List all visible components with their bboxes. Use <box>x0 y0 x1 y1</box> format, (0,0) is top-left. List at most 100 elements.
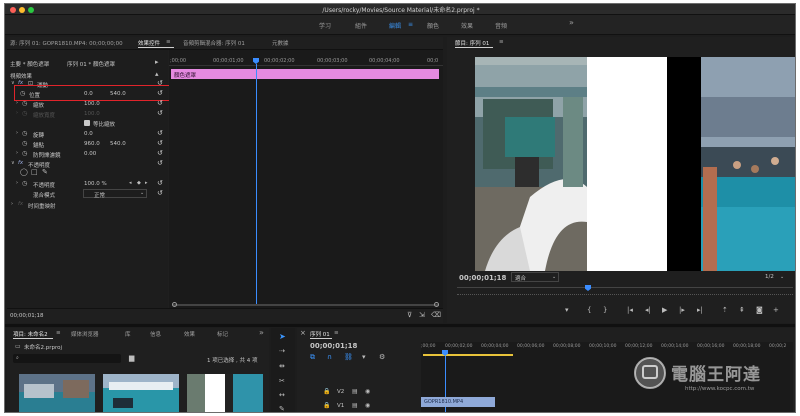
project-thumbnail[interactable] <box>187 374 263 412</box>
timeline-timecode[interactable]: 00;00;01;18 <box>310 342 357 350</box>
nest-icon[interactable]: ⧉ <box>310 354 315 361</box>
scroll-handle-right[interactable] <box>434 302 439 307</box>
expand-time-remap-icon[interactable]: › <box>11 201 13 208</box>
workspace-learn[interactable]: 学习 <box>319 21 331 30</box>
track-select-tool-icon[interactable]: ⇢ <box>279 348 285 355</box>
selection-tool-icon[interactable]: ➤ <box>279 333 286 341</box>
resolution-fraction[interactable]: 1/2 <box>765 274 774 280</box>
lock-track-icon[interactable]: 🔒 <box>323 402 330 409</box>
tab-project[interactable]: 項目: 未命名2 <box>13 330 48 338</box>
chevron-down-icon[interactable]: ⌄ <box>780 274 784 281</box>
effect-timeline-ruler[interactable]: ;00;00 00;00;01;00 00;00;02;00 00;00;03;… <box>169 58 443 66</box>
tab-effects[interactable]: 效果 <box>184 330 195 338</box>
program-monitor-title[interactable]: 節目: 序列 01 <box>455 39 489 47</box>
expand-opacity-value-icon[interactable]: › <box>16 180 18 187</box>
sequence-path-label[interactable]: 序列 01 * 顏色遮罩 <box>67 60 115 68</box>
project-thumbnail[interactable] <box>19 374 95 412</box>
snap-icon[interactable]: ∩ <box>327 354 332 361</box>
toggle-sync-icon[interactable]: ▤ <box>352 388 358 395</box>
project-menu-icon[interactable]: ≡ <box>56 330 61 336</box>
panel-menu-icon[interactable]: ≡ <box>166 39 171 45</box>
prev-keyframe-icon[interactable]: ◂ <box>129 180 132 187</box>
anchor-y-value[interactable]: 540.0 <box>110 141 126 147</box>
rotation-value[interactable]: 0.0 <box>84 131 93 137</box>
expand-scale-icon[interactable]: › <box>16 100 18 107</box>
program-menu-icon[interactable]: ≡ <box>499 39 504 45</box>
add-marker-icon[interactable]: ▾ <box>565 307 569 314</box>
tab-info[interactable]: 信息 <box>150 330 161 338</box>
anchor-reset-icon[interactable]: ↺ <box>157 140 164 147</box>
anchor-stopwatch-icon[interactable]: ◷ <box>22 140 27 147</box>
pen-mask-icon[interactable]: ✎ <box>42 169 48 176</box>
project-search-input[interactable]: ⌕ <box>13 354 121 363</box>
effect-timecode[interactable]: 00;00;01;18 <box>10 313 44 319</box>
pen-tool-icon[interactable]: ✎ <box>279 406 285 413</box>
step-forward-icon[interactable]: |▸ <box>679 307 685 314</box>
filter-icon[interactable]: ⊽ <box>407 312 412 319</box>
scale-value[interactable]: 100.0 <box>84 101 100 107</box>
eye-icon[interactable]: ◉ <box>365 388 370 395</box>
scale-width-stopwatch-icon[interactable]: ◷ <box>22 110 27 117</box>
tab-audio-clip-mixer[interactable]: 音頻剪輯混合器: 序列 01 <box>183 39 245 47</box>
expand-scale-width-icon[interactable]: › <box>16 110 18 117</box>
mark-out-icon[interactable]: } <box>603 307 607 314</box>
workspace-assembly[interactable]: 組件 <box>355 21 367 30</box>
toggle-sync-icon[interactable]: ▤ <box>352 402 358 409</box>
play-icon[interactable]: ▶ <box>662 307 667 314</box>
anchor-x-value[interactable]: 960.0 <box>84 141 100 147</box>
opacity-fx-badge-icon[interactable]: fx <box>18 160 23 166</box>
workspace-audio[interactable]: 音頻 <box>495 21 507 30</box>
scroll-handle-left[interactable] <box>172 302 177 307</box>
go-to-in-icon[interactable]: |◂ <box>627 307 633 314</box>
tab-metadata[interactable]: 元數據 <box>272 39 289 47</box>
clip-path-label[interactable]: 主要 * 顏色遮罩 <box>10 60 49 68</box>
eye-icon[interactable]: ◉ <box>365 402 370 409</box>
work-area-bar[interactable] <box>423 354 513 356</box>
blend-mode-reset-icon[interactable]: ↺ <box>157 190 164 197</box>
expand-opacity-icon[interactable]: ∨ <box>11 160 15 167</box>
tab-sequence[interactable]: 序列 01 <box>310 330 330 338</box>
add-marker-icon[interactable]: ▾ <box>362 354 366 361</box>
close-tab-icon[interactable]: × <box>300 330 306 337</box>
linked-selection-icon[interactable]: ⛓ <box>344 354 353 361</box>
program-timecode[interactable]: 00;00;01;18 <box>459 274 506 282</box>
uniform-scale-checkbox[interactable] <box>84 120 90 126</box>
workspace-menu-icon[interactable]: ≡ <box>408 21 413 28</box>
ellipse-mask-icon[interactable]: ◯ <box>20 169 28 176</box>
tab-media-browser[interactable]: 媒体浏览器 <box>71 330 99 338</box>
export-icon[interactable]: ⇲ <box>419 312 425 319</box>
opacity-section-reset-icon[interactable]: ↺ <box>157 160 164 167</box>
new-bin-icon[interactable]: ▆ <box>129 355 134 362</box>
expand-rotation-icon[interactable]: › <box>16 130 18 137</box>
scale-width-reset-icon[interactable]: ↺ <box>157 110 164 117</box>
mark-in-icon[interactable]: { <box>587 307 591 314</box>
slip-tool-icon[interactable]: ↔ <box>279 392 285 399</box>
horizontal-divider[interactable] <box>5 324 795 327</box>
program-video-frame[interactable] <box>475 57 795 271</box>
color-matte-clip[interactable]: 顏色遮罩 <box>171 69 439 79</box>
timeline-video-clip[interactable]: GOPR1810.MP4 <box>421 397 495 407</box>
workspace-editing[interactable]: 編輯 <box>389 21 401 30</box>
blend-mode-select[interactable]: 正常 ⌄ <box>83 189 147 199</box>
flicker-value[interactable]: 0.00 <box>84 151 96 157</box>
extract-icon[interactable]: ⇞ <box>739 307 745 314</box>
opacity-value[interactable]: 100.0 % <box>84 181 107 187</box>
project-more-icon[interactable]: » <box>259 328 264 337</box>
ripple-edit-tool-icon[interactable]: ⇹ <box>279 363 285 370</box>
rectangle-mask-icon[interactable]: □ <box>31 169 38 176</box>
effect-timeline-scrollbar[interactable] <box>173 304 439 306</box>
project-thumbnail[interactable] <box>103 374 179 412</box>
opacity-reset-icon[interactable]: ↺ <box>157 180 164 187</box>
flicker-reset-icon[interactable]: ↺ <box>157 150 164 157</box>
program-playhead[interactable] <box>585 285 591 291</box>
scale-reset-icon[interactable]: ↺ <box>157 100 164 107</box>
program-scrub-bar[interactable] <box>457 287 793 288</box>
rotation-stopwatch-icon[interactable]: ◷ <box>22 130 27 137</box>
wrench-icon[interactable]: ⚙ <box>379 354 385 361</box>
expand-flicker-icon[interactable]: › <box>16 150 18 157</box>
collapse-arrow-icon[interactable]: ▴ <box>155 71 159 78</box>
tab-markers[interactable]: 标记 <box>217 330 228 338</box>
add-keyframe-icon[interactable]: ◆ <box>137 180 141 187</box>
rotation-reset-icon[interactable]: ↺ <box>157 130 164 137</box>
step-back-icon[interactable]: ◂| <box>645 307 651 314</box>
